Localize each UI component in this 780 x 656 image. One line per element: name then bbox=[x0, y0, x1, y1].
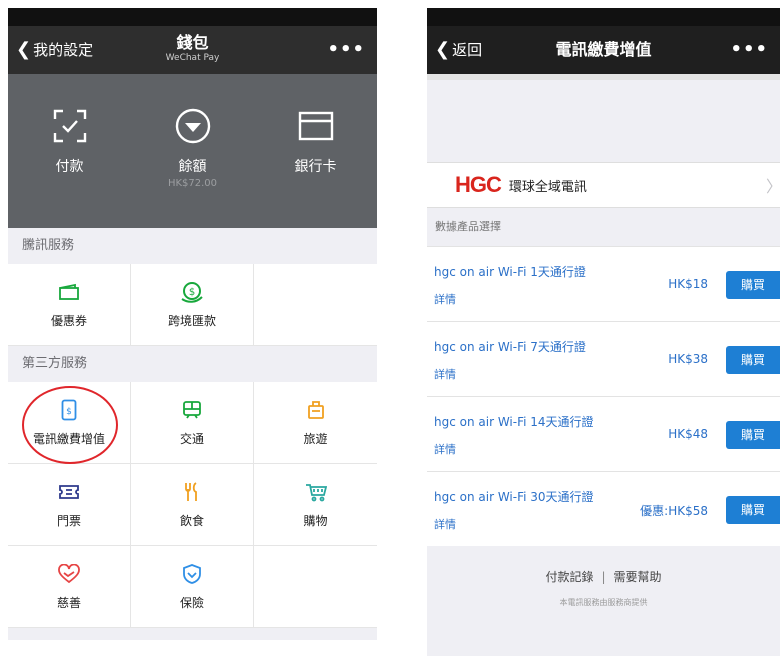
ticket-item[interactable]: 門票 bbox=[8, 464, 131, 546]
buy-button[interactable]: 購買 bbox=[726, 271, 780, 299]
status-bar bbox=[8, 8, 377, 26]
page-title: 電訊繳費增值 bbox=[555, 40, 652, 59]
footer-separator: | bbox=[601, 570, 606, 584]
remittance-item[interactable]: $ 跨境匯款 bbox=[131, 264, 254, 346]
plan-name[interactable]: hgc on air Wi-Fi 30天通行證 bbox=[434, 488, 594, 505]
highlight-circle bbox=[22, 386, 118, 464]
tencent-services-title: 騰訊服務 bbox=[8, 228, 377, 264]
plan-list: hgc on air Wi-Fi 1天通行證 詳情 HK$18 購買 hgc o… bbox=[427, 246, 780, 546]
scan-pay-icon bbox=[8, 108, 131, 144]
blank-area bbox=[427, 80, 780, 150]
plan-name[interactable]: hgc on air Wi-Fi 7天通行證 bbox=[434, 338, 586, 355]
insurance-icon bbox=[182, 562, 202, 586]
food-icon bbox=[183, 480, 201, 504]
third-party-services-title: 第三方服務 bbox=[8, 346, 377, 382]
transport-label: 交通 bbox=[179, 432, 204, 446]
help-link[interactable]: 需要幫助 bbox=[614, 570, 662, 584]
provider-note: 本電訊服務由服務商提供 bbox=[559, 598, 648, 607]
empty-cell bbox=[254, 546, 377, 628]
plan-details-link[interactable]: 詳情 bbox=[434, 441, 456, 457]
status-bar bbox=[427, 8, 780, 26]
charity-label: 慈善 bbox=[56, 596, 81, 610]
plan-price: HK$38 bbox=[668, 352, 708, 366]
plan-price: 優惠:HK$58 bbox=[640, 504, 708, 518]
shopping-item[interactable]: 購物 bbox=[254, 464, 377, 546]
pay-button[interactable]: 付款 bbox=[8, 74, 131, 228]
page-title: 錢包 WeChat Pay bbox=[8, 34, 377, 64]
data-products-title: 數據產品選擇 bbox=[427, 208, 780, 246]
transport-item[interactable]: 交通 bbox=[131, 382, 254, 464]
payment-records-link[interactable]: 付款記錄 bbox=[545, 570, 593, 584]
subtitle-text: WeChat Pay bbox=[165, 53, 220, 63]
plan-name[interactable]: hgc on air Wi-Fi 14天通行證 bbox=[434, 413, 594, 430]
pay-label: 付款 bbox=[55, 159, 84, 175]
provider-selector[interactable]: HGC 環球全域電訊 〉 bbox=[427, 162, 780, 208]
third-party-services-grid: $ 電訊繳費增值 交通 旅遊 門票 飲食 購物 慈善 保險 bbox=[8, 382, 377, 628]
empty-cell bbox=[254, 264, 377, 346]
coupon-icon bbox=[58, 280, 80, 304]
bank-card-icon bbox=[254, 108, 377, 144]
travel-item[interactable]: 旅遊 bbox=[254, 382, 377, 464]
food-item[interactable]: 飲食 bbox=[131, 464, 254, 546]
insurance-item[interactable]: 保險 bbox=[131, 546, 254, 628]
telecom-topup-screen: ❮返回 電訊繳費增值 ••• HGC 環球全域電訊 〉 數據產品選擇 hgc o… bbox=[427, 8, 780, 656]
footer-links: 付款記錄 | 需要幫助 bbox=[427, 568, 780, 585]
charity-item[interactable]: 慈善 bbox=[8, 546, 131, 628]
mobile-topup-item[interactable]: $ 電訊繳費增值 bbox=[8, 382, 131, 464]
plan-row: hgc on air Wi-Fi 7天通行證 詳情 HK$38 購買 bbox=[427, 321, 780, 396]
title-text: 錢包 bbox=[176, 33, 209, 52]
remittance-label: 跨境匯款 bbox=[167, 314, 216, 328]
ticket-icon bbox=[58, 480, 80, 504]
coupon-item[interactable]: 優惠券 bbox=[8, 264, 131, 346]
plan-details-link[interactable]: 詳情 bbox=[434, 516, 456, 532]
travel-label: 旅遊 bbox=[303, 432, 328, 446]
plan-row: hgc on air Wi-Fi 30天通行證 詳情 優惠:HK$58 購買 bbox=[427, 471, 780, 546]
bank-card-label: 銀行卡 bbox=[294, 159, 337, 175]
bank-card-button[interactable]: 銀行卡 bbox=[254, 74, 377, 228]
ticket-label: 門票 bbox=[56, 514, 81, 528]
tencent-services-grid: 優惠券 $ 跨境匯款 bbox=[8, 264, 377, 346]
nav-bar: ❮ 返回 電訊繳費增值 ••• bbox=[427, 26, 780, 74]
balance-icon bbox=[131, 108, 254, 144]
nav-bar: ❮ 我的設定 錢包 WeChat Pay ••• bbox=[8, 26, 377, 74]
balance-label: 餘額 bbox=[178, 159, 207, 175]
plan-details-link[interactable]: 詳情 bbox=[434, 291, 456, 307]
more-icon[interactable]: ••• bbox=[730, 26, 768, 74]
wallet-screen: ❮ 我的設定 錢包 WeChat Pay ••• 付款 餘額 HK$72.00 … bbox=[8, 8, 377, 640]
plan-price: HK$48 bbox=[668, 427, 708, 441]
shopping-label: 購物 bbox=[303, 514, 328, 528]
plan-details-link[interactable]: 詳情 bbox=[434, 366, 456, 382]
wallet-header: 付款 餘額 HK$72.00 銀行卡 bbox=[8, 74, 377, 228]
remittance-icon: $ bbox=[180, 280, 204, 304]
plan-name[interactable]: hgc on air Wi-Fi 1天通行證 bbox=[434, 263, 586, 280]
buy-button[interactable]: 購買 bbox=[726, 496, 780, 524]
svg-text:$: $ bbox=[189, 287, 195, 298]
hgc-logo: HGC bbox=[455, 172, 502, 197]
more-icon[interactable]: ••• bbox=[327, 26, 365, 74]
footer: 付款記錄 | 需要幫助 本電訊服務由服務商提供 bbox=[427, 546, 780, 608]
buy-button[interactable]: 購買 bbox=[726, 421, 780, 449]
travel-icon bbox=[307, 398, 325, 422]
balance-amount: HK$72.00 bbox=[167, 178, 218, 189]
plan-price: HK$18 bbox=[668, 277, 708, 291]
coupon-label: 優惠券 bbox=[50, 314, 87, 328]
charity-icon bbox=[58, 562, 80, 586]
buy-button[interactable]: 購買 bbox=[726, 346, 780, 374]
plan-row: hgc on air Wi-Fi 14天通行證 詳情 HK$48 購買 bbox=[427, 396, 780, 471]
transport-icon bbox=[182, 398, 202, 422]
chevron-right-icon: 〉 bbox=[766, 173, 780, 197]
plan-row: hgc on air Wi-Fi 1天通行證 詳情 HK$18 購買 bbox=[427, 246, 780, 321]
balance-button[interactable]: 餘額 HK$72.00 bbox=[131, 74, 254, 228]
food-label: 飲食 bbox=[179, 514, 204, 528]
provider-name: 環球全域電訊 bbox=[508, 179, 587, 195]
insurance-label: 保險 bbox=[179, 596, 204, 610]
spacer bbox=[427, 150, 780, 162]
shopping-icon bbox=[305, 480, 327, 504]
